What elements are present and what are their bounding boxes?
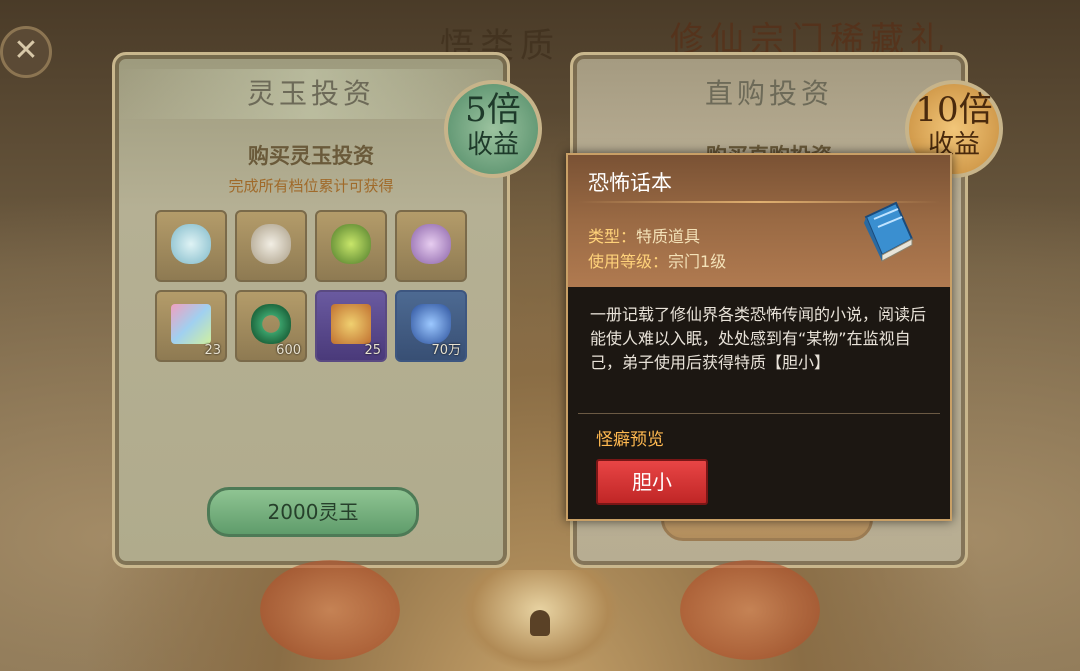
reward-item[interactable]: 25 — [315, 290, 387, 362]
lock-ornament — [460, 570, 620, 671]
type-value: 特质道具 — [636, 227, 701, 246]
item-level-row: 使用等级：宗门1级 — [588, 248, 726, 272]
close-button[interactable]: ✕ — [0, 26, 52, 78]
buy-with-jade-button[interactable]: 2000灵玉 — [207, 487, 419, 537]
green-jade-ring-icon — [251, 304, 291, 344]
level-label: 使用等级： — [588, 252, 669, 271]
blue-spirit-stone-icon — [411, 304, 451, 344]
reward-item[interactable]: 600 — [235, 290, 307, 362]
top-banner: 悟类质 修仙宗门稀藏礼 — [380, 0, 1040, 66]
cloud-jade-icon — [171, 224, 211, 264]
flower-decoration — [680, 560, 820, 660]
trait-button[interactable]: 胆小 — [596, 459, 708, 505]
blue-book-icon — [864, 201, 914, 262]
crystal-shard-icon — [171, 304, 211, 344]
reward-item[interactable]: 70万 — [395, 290, 467, 362]
talisman-cards-icon — [331, 304, 371, 344]
panel-title: 直购投资 — [704, 77, 833, 110]
tooltip-header: 恐怖话本 类型：特质道具 使用等级：宗门1级 — [568, 155, 950, 287]
type-label: 类型： — [588, 227, 637, 246]
multiplier-badge: 5倍 收益 — [444, 80, 542, 178]
green-herb-icon — [331, 224, 371, 264]
keyhole-icon — [530, 610, 550, 636]
reward-item[interactable]: 23 — [155, 290, 227, 362]
flower-decoration — [260, 560, 400, 660]
reward-item[interactable] — [315, 210, 387, 282]
level-value: 宗门1级 — [668, 252, 727, 271]
reward-item[interactable] — [155, 210, 227, 282]
wrapped-bundle-icon — [251, 224, 291, 264]
reward-item[interactable] — [395, 210, 467, 282]
reward-item[interactable] — [235, 210, 307, 282]
quirk-preview-title: 怪癖预览 — [596, 430, 664, 450]
divider — [578, 413, 940, 414]
item-description: 一册记载了修仙界各类恐怖传闻的小说，阅读后能使人难以入眠，处处感到有“某物”在监… — [590, 305, 927, 372]
item-name: 恐怖话本 — [588, 171, 672, 195]
purchase-subtitle: 完成所有档位累计可获得 — [228, 177, 394, 195]
item-type-row: 类型：特质道具 — [588, 223, 700, 247]
purple-pouch-icon — [411, 224, 451, 264]
close-icon: ✕ — [13, 33, 39, 68]
item-tooltip: 恐怖话本 类型：特质道具 使用等级：宗门1级 一册记载了修仙界各类恐怖传闻的小说… — [566, 153, 952, 521]
